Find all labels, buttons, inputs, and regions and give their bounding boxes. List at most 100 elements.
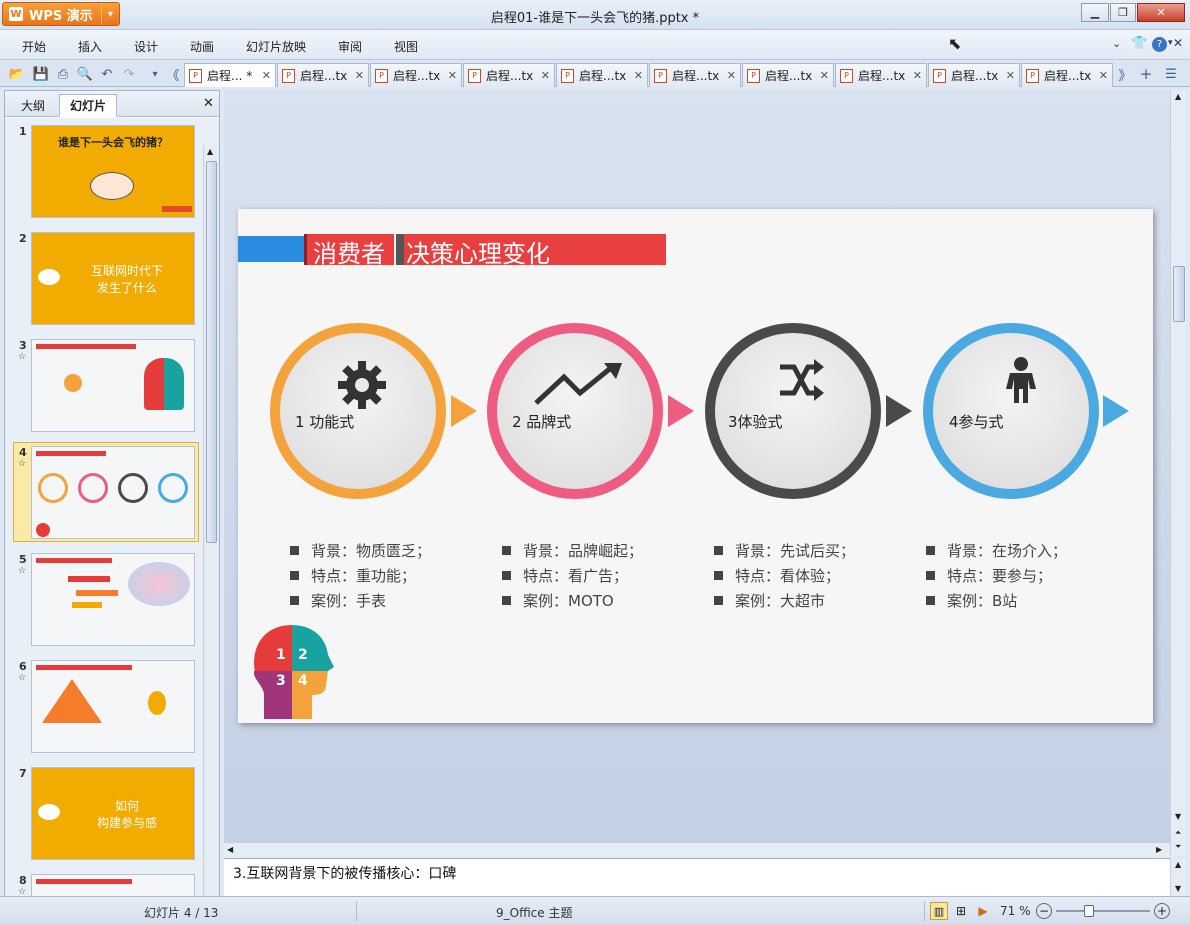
scroll-up-icon[interactable]: ▲: [1175, 92, 1181, 101]
help-icon[interactable]: ?: [1152, 37, 1167, 52]
zoom-slider-thumb[interactable]: [1084, 905, 1094, 917]
menu-home[interactable]: 开始: [22, 38, 46, 55]
close-window-button[interactable]: ✕: [1137, 3, 1185, 22]
scroll-down-icon[interactable]: ▼: [1175, 812, 1181, 821]
normal-view-icon[interactable]: ▥: [930, 902, 948, 920]
close-doc-icon[interactable]: ✕: [1173, 36, 1183, 50]
slide-sorter-view-icon[interactable]: ⊞: [952, 902, 970, 920]
mini-circle: [78, 473, 108, 503]
print-icon[interactable]: ⎙: [54, 65, 72, 83]
next-slide-icon[interactable]: ⏷: [1175, 842, 1181, 852]
menu-animation[interactable]: 动画: [190, 38, 214, 55]
menu-review[interactable]: 审阅: [338, 38, 362, 55]
doc-tab[interactable]: P 启程...tx ✕: [1021, 63, 1113, 87]
thumb-number: 2: [19, 232, 27, 245]
wps-logo-icon: W: [9, 7, 23, 21]
minimize-button[interactable]: ▁: [1081, 3, 1109, 22]
ribbon-collapse-icon[interactable]: ⌄: [1112, 37, 1121, 50]
doc-tab[interactable]: P 启程...tx ✕: [835, 63, 927, 87]
tab-scroll-left-icon[interactable]: 《: [164, 65, 182, 84]
doc-tab[interactable]: P 启程...tx ✕: [742, 63, 834, 87]
title-bar-shape: [36, 665, 132, 670]
scroll-right-icon[interactable]: ▶: [1156, 845, 1162, 854]
close-tab-icon[interactable]: ✕: [1099, 69, 1108, 82]
close-tab-icon[interactable]: ✕: [913, 69, 922, 82]
tab-slides[interactable]: 幻灯片: [59, 94, 117, 117]
zoom-level: 71 %: [1000, 904, 1031, 918]
close-tab-icon[interactable]: ✕: [727, 69, 736, 82]
maximize-button[interactable]: ❐: [1110, 3, 1136, 22]
slide-thumbnail-1[interactable]: 谁是下一头会飞的猪？: [31, 125, 195, 218]
close-panel-icon[interactable]: ✕: [203, 96, 214, 111]
current-slide[interactable]: 消费者 决策心理变化 1 功能式 2 品牌式 3体验式 4参与式 背景：物质匮乏…: [238, 209, 1153, 723]
new-tab-plus-icon[interactable]: +: [1137, 65, 1155, 83]
scroll-up-icon[interactable]: ▲: [207, 147, 213, 156]
doc-tab[interactable]: P 启程... * ✕: [184, 63, 276, 87]
notes-scrollbar[interactable]: ▲ ▼: [1170, 858, 1186, 896]
list-item: 案例：B站: [947, 592, 1018, 610]
slide-thumbnail-4[interactable]: [31, 446, 195, 539]
wps-app-menu-button[interactable]: W WPS 演示 ▾: [2, 2, 120, 26]
redo-icon[interactable]: ↷: [120, 65, 138, 83]
pptx-file-icon: P: [840, 68, 853, 83]
close-tab-icon[interactable]: ✕: [262, 69, 271, 82]
slide-thumbnail-2[interactable]: 互联网时代下 发生了什么: [31, 232, 195, 325]
thumbnail-scrollbar[interactable]: ▲ ▼: [203, 145, 219, 896]
scroll-left-icon[interactable]: ◀: [227, 845, 233, 854]
doc-tab[interactable]: P 启程...tx ✕: [277, 63, 369, 87]
stage-list-3: 背景：先试后买； 特点：看体验； 案例：大超市: [714, 539, 855, 614]
close-tab-icon[interactable]: ✕: [1006, 69, 1015, 82]
slideshow-view-icon[interactable]: ▶: [974, 902, 992, 920]
print-preview-icon[interactable]: 🔍: [76, 65, 94, 83]
doc-tab[interactable]: P 启程...tx ✕: [928, 63, 1020, 87]
close-tab-icon[interactable]: ✕: [634, 69, 643, 82]
bullet-square-icon: [714, 596, 723, 605]
previous-slide-icon[interactable]: ⏶: [1175, 828, 1181, 838]
help-dropdown-icon[interactable]: ▾: [1168, 38, 1173, 48]
thumb-line1: 如何: [114, 799, 139, 813]
doc-tab[interactable]: P 启程...tx ✕: [556, 63, 648, 87]
slide-thumbnail-7[interactable]: 如何 构建参与感: [31, 767, 195, 860]
scroll-up-icon[interactable]: ▲: [1175, 860, 1181, 869]
scroll-thumb[interactable]: [206, 161, 217, 543]
doc-tab-label: 启程...tx: [579, 69, 627, 83]
bullet-square-icon: [502, 571, 511, 580]
title-bar-shape: [36, 558, 112, 563]
doc-tab[interactable]: P 启程...tx ✕: [463, 63, 555, 87]
close-tab-icon[interactable]: ✕: [448, 69, 457, 82]
open-folder-icon[interactable]: 📂: [8, 65, 26, 83]
quick-access-dropdown-icon[interactable]: ▾: [146, 65, 164, 83]
speaker-notes[interactable]: 3.互联网背景下的被传播核心：口碑: [224, 858, 1170, 896]
close-tab-icon[interactable]: ✕: [355, 69, 364, 82]
doc-tab[interactable]: P 启程...tx ✕: [649, 63, 741, 87]
gear-icon: [336, 359, 388, 411]
tab-list-icon[interactable]: ☰: [1162, 65, 1180, 83]
tab-outline[interactable]: 大纲: [9, 94, 57, 117]
zoom-out-icon[interactable]: −: [1036, 903, 1052, 919]
menu-design[interactable]: 设计: [134, 38, 158, 55]
doc-tab[interactable]: P 启程...tx ✕: [370, 63, 462, 87]
pptx-file-icon: P: [561, 68, 574, 83]
zoom-in-icon[interactable]: +: [1154, 903, 1170, 919]
save-icon[interactable]: 💾: [32, 65, 50, 83]
tab-scroll-right-icon[interactable]: 》: [1116, 65, 1134, 84]
stage-list-1: 背景：物质匮乏； 特点：重功能； 案例：手表: [290, 539, 431, 614]
undo-icon[interactable]: ↶: [98, 65, 116, 83]
menu-insert[interactable]: 插入: [78, 38, 102, 55]
horizontal-scrollbar[interactable]: ◀ ▶: [224, 842, 1170, 858]
slide-thumbnail-8[interactable]: [31, 874, 195, 896]
head-graphic: [144, 358, 184, 410]
menu-slideshow[interactable]: 幻灯片放映: [246, 38, 306, 55]
slide-thumbnail-5[interactable]: [31, 553, 195, 646]
slide-thumbnail-6[interactable]: [31, 660, 195, 753]
status-divider: [356, 901, 357, 921]
vertical-scrollbar[interactable]: ▲ ▼ ⏶ ⏷: [1170, 90, 1186, 856]
scroll-down-icon[interactable]: ▼: [1175, 884, 1181, 893]
menu-view[interactable]: 视图: [394, 38, 418, 55]
close-tab-icon[interactable]: ✕: [820, 69, 829, 82]
skin-shirt-icon[interactable]: 👕: [1131, 36, 1147, 51]
close-tab-icon[interactable]: ✕: [541, 69, 550, 82]
zoom-slider[interactable]: [1056, 910, 1150, 912]
slide-thumbnail-3[interactable]: [31, 339, 195, 432]
scroll-thumb[interactable]: [1173, 266, 1185, 322]
